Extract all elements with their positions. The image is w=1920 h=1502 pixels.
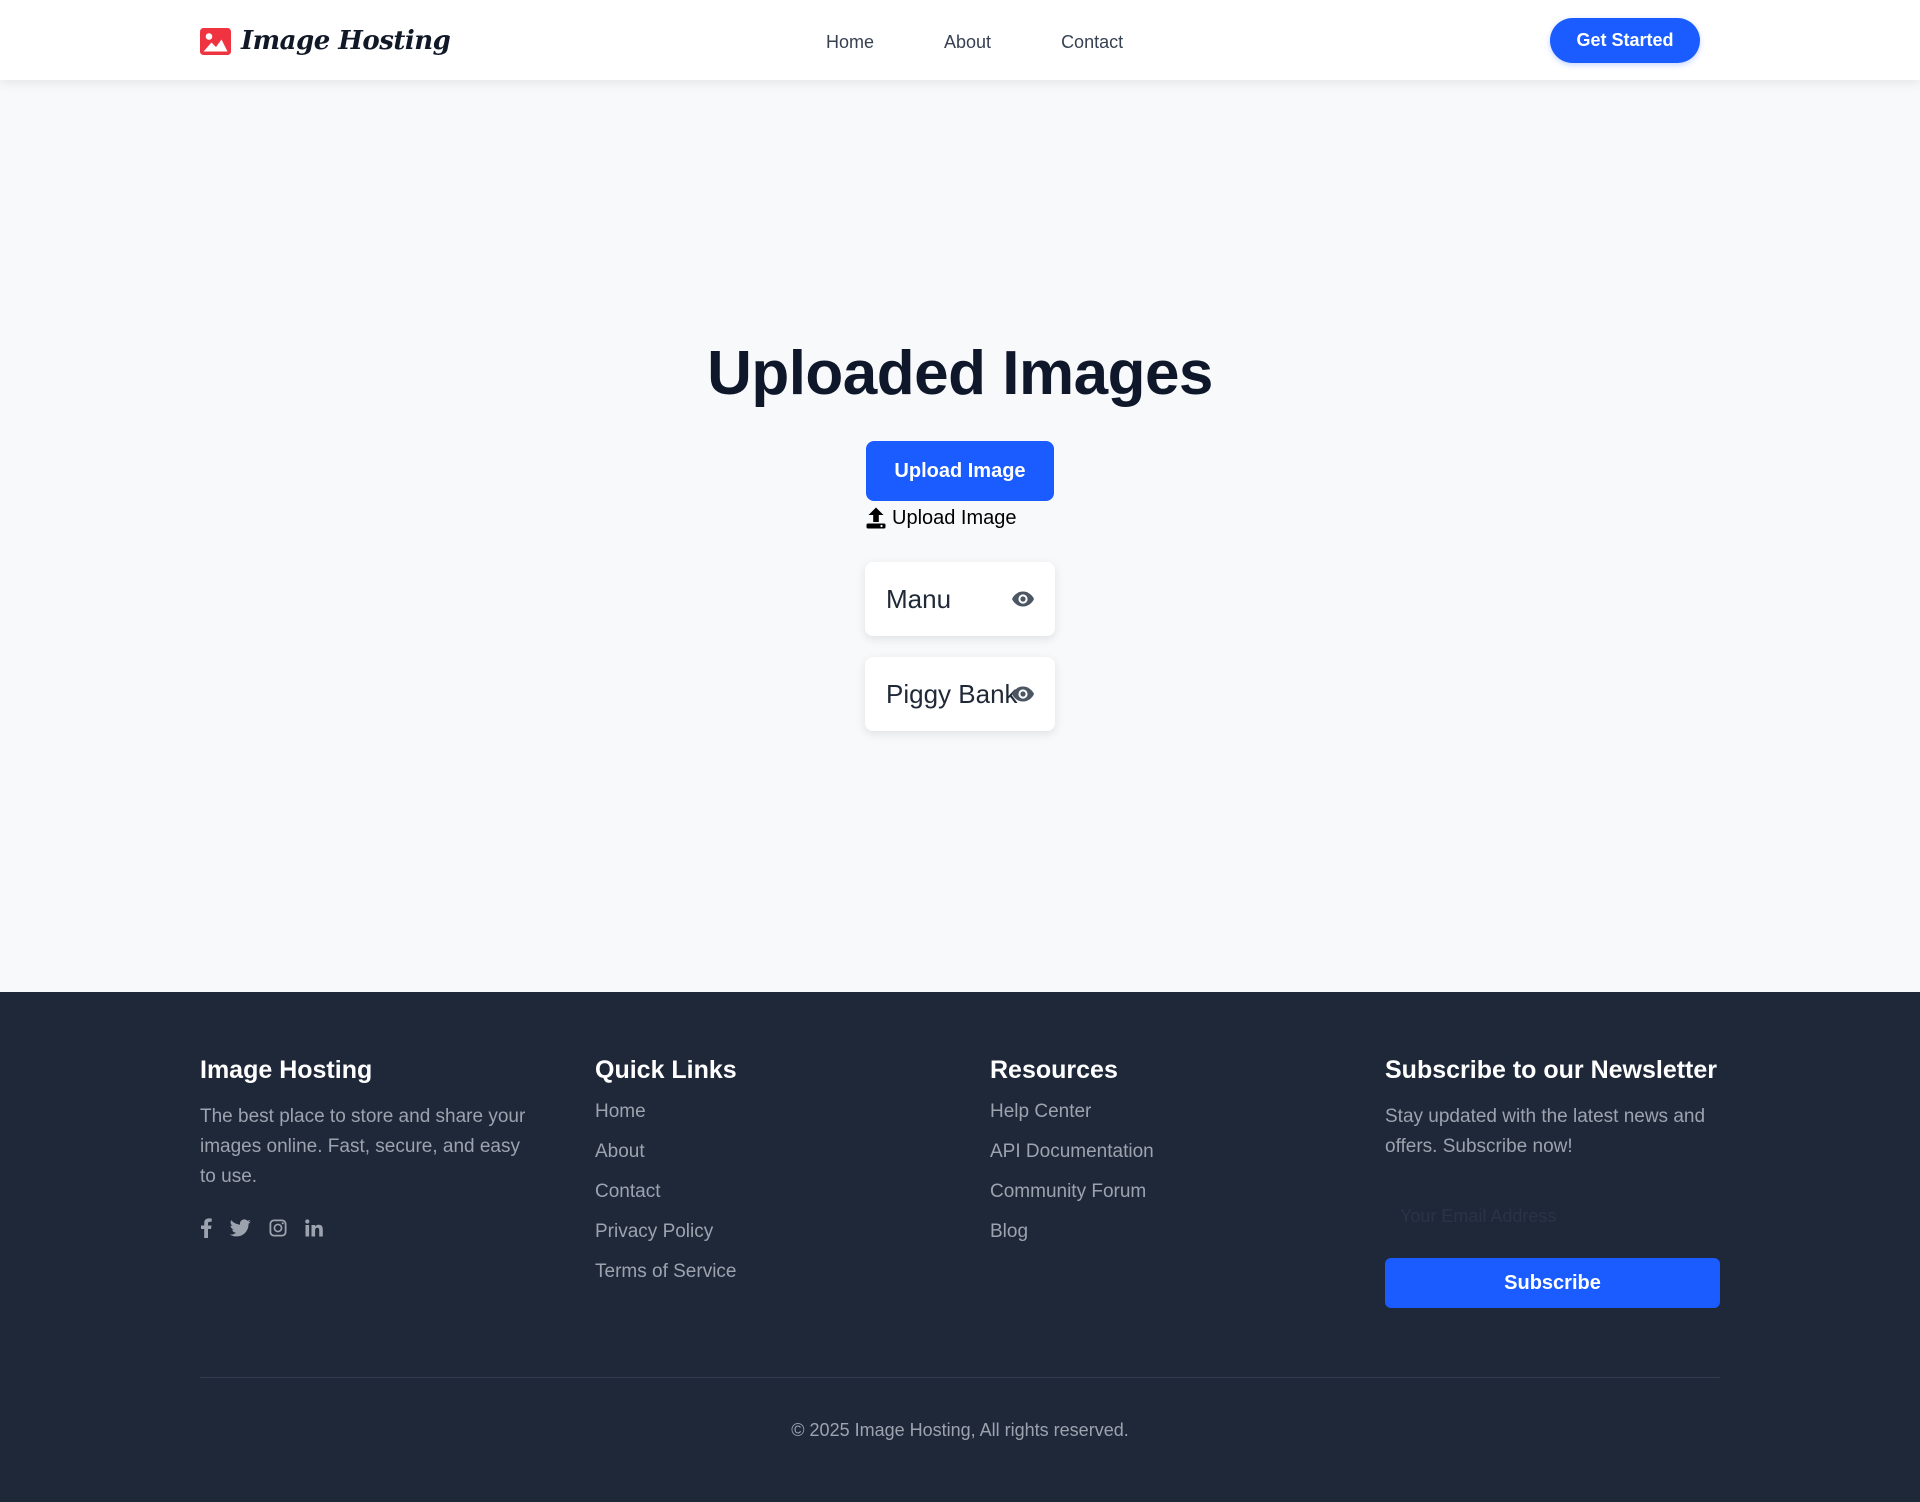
footer-link-contact[interactable]: Contact	[595, 1180, 737, 1204]
footer-about-title: Image Hosting	[200, 1056, 373, 1084]
page-title: Uploaded Images	[707, 339, 1213, 408]
footer-link-community-forum[interactable]: Community Forum	[990, 1180, 1154, 1204]
upload-image-label-text: Upload Image	[892, 506, 1017, 529]
nav-home-link[interactable]: Home	[826, 30, 874, 54]
nav-contact-link[interactable]: Contact	[1061, 30, 1123, 54]
image-card[interactable]: Piggy Bank	[865, 657, 1055, 731]
copyright-text: © 2025 Image Hosting, All rights reserve…	[791, 1420, 1129, 1440]
footer-link-api-documentation[interactable]: API Documentation	[990, 1140, 1154, 1164]
quick-links-list: Home About Contact Privacy Policy Terms …	[595, 1100, 737, 1284]
resources-title: Resources	[990, 1056, 1118, 1084]
site-header: Image Hosting Home About Contact Get Sta…	[0, 0, 1920, 80]
footer-link-home[interactable]: Home	[595, 1100, 737, 1124]
brand-name: Image Hosting	[241, 26, 451, 56]
social-links	[200, 1218, 540, 1238]
eye-icon[interactable]	[1011, 685, 1035, 703]
footer-link-blog[interactable]: Blog	[990, 1220, 1154, 1244]
subscribe-button[interactable]: Subscribe	[1385, 1258, 1720, 1308]
image-card[interactable]: Manu	[865, 562, 1055, 636]
newsletter-text: Stay updated with the latest news and of…	[1385, 1106, 1706, 1157]
footer-link-privacy-policy[interactable]: Privacy Policy	[595, 1220, 737, 1244]
resources-list: Help Center API Documentation Community …	[990, 1100, 1154, 1244]
upload-icon	[866, 507, 886, 529]
upload-image-button[interactable]: Upload Image	[866, 441, 1054, 501]
main-nav: Home About Contact	[826, 30, 1193, 54]
linkedin-icon[interactable]	[305, 1219, 323, 1237]
upload-image-label[interactable]: Upload Image	[866, 504, 1017, 532]
footer-resources: Resources Help Center API Documentation …	[990, 1054, 1154, 1260]
footer-about: Image Hosting The best place to store an…	[200, 1054, 540, 1238]
image-name: Manu	[886, 584, 952, 614]
footer-link-about[interactable]: About	[595, 1140, 737, 1164]
get-started-button[interactable]: Get Started	[1550, 18, 1700, 63]
footer-newsletter: Subscribe to our Newsletter Stay updated…	[1385, 1054, 1730, 1308]
eye-icon[interactable]	[1011, 590, 1035, 608]
facebook-icon[interactable]	[200, 1218, 212, 1238]
footer-link-help-center[interactable]: Help Center	[990, 1100, 1154, 1124]
newsletter-email-field[interactable]	[1385, 1196, 1720, 1236]
footer-link-terms-of-service[interactable]: Terms of Service	[595, 1260, 737, 1284]
brand-logo[interactable]: Image Hosting	[200, 24, 451, 58]
image-icon	[200, 27, 231, 55]
newsletter-title: Subscribe to our Newsletter	[1385, 1056, 1718, 1084]
footer-about-text: The best place to store and share your i…	[200, 1106, 526, 1187]
site-footer: Image Hosting The best place to store an…	[0, 992, 1920, 1502]
twitter-icon[interactable]	[230, 1219, 251, 1237]
instagram-icon[interactable]	[269, 1219, 287, 1237]
nav-about-link[interactable]: About	[944, 30, 991, 54]
footer-divider	[200, 1377, 1720, 1378]
footer-quick-links: Quick Links Home About Contact Privacy P…	[595, 1054, 737, 1300]
image-name: Piggy Bank	[886, 679, 1018, 709]
quick-links-title: Quick Links	[595, 1056, 737, 1084]
